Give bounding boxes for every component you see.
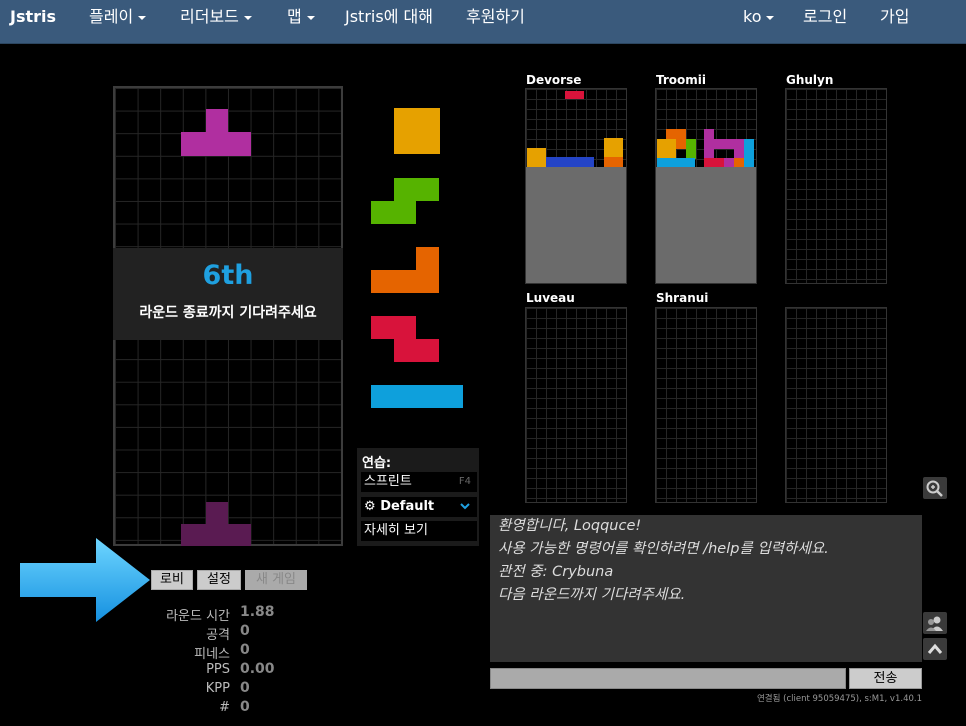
skin-select-value: Default [380, 499, 435, 514]
nav-maps-label: 맵 [287, 7, 302, 26]
settings-button[interactable]: 설정 [197, 570, 241, 590]
mini-block [724, 158, 734, 167]
new-game-button[interactable]: 새 게임 [245, 570, 307, 590]
mini-block [734, 139, 744, 159]
brand-logo[interactable]: Jstris [10, 0, 56, 36]
ghost-piece-block [181, 524, 251, 546]
stat-label: PPS [206, 662, 230, 677]
nav-maps[interactable]: 맵 [287, 0, 315, 36]
zoom-icon[interactable] [923, 477, 947, 499]
mini-block [657, 158, 695, 167]
nav-play-label: 플레이 [89, 7, 134, 26]
chevron-up-icon[interactable] [923, 638, 947, 660]
mini-block [734, 158, 744, 167]
opponent-board [525, 307, 627, 503]
nav-about[interactable]: Jstris에 대해 [345, 0, 433, 36]
stat-label: 공격 [206, 628, 230, 643]
placement-rank: 6th [202, 260, 254, 291]
queue-piece-o [394, 108, 440, 154]
opponent-board [785, 307, 887, 503]
chat-log: 환영합니다, Loqquce! 사용 가능한 명령어를 확인하려면 /help를… [490, 515, 922, 662]
opponent-name: Devorse [526, 73, 582, 87]
mini-block [704, 158, 724, 167]
stat-value: 1.88 [240, 604, 275, 620]
mini-block [657, 139, 676, 158]
stat-label: 라운드 시간 [166, 609, 230, 624]
mini-block [686, 139, 696, 159]
practice-sprint[interactable]: 스프린트 F4 [361, 472, 477, 492]
gear-icon: ⚙ [364, 499, 376, 514]
mini-block [546, 157, 594, 167]
caret-down-icon [138, 15, 147, 20]
mini-block [676, 139, 686, 149]
queue-piece-i [371, 385, 463, 408]
piece-block [181, 132, 251, 156]
mini-block [666, 129, 686, 139]
mini-block [744, 139, 754, 167]
wait-message: 라운드 종료까지 기다려주세요 [139, 305, 317, 321]
lobby-button[interactable]: 로비 [151, 570, 193, 590]
caret-down-icon [306, 15, 315, 20]
opponent-board [655, 88, 757, 284]
opponent-name: Ghulyn [786, 73, 834, 87]
chat-message: 다음 라운드까지 기다려주세요. [498, 587, 686, 603]
stat-label: 피네스 [194, 647, 230, 662]
chat-message: 환영합니다, Loqquce! [498, 518, 642, 534]
queue-piece-z [371, 316, 439, 362]
opponent-name: Luveau [526, 291, 575, 305]
top-navbar: Jstris 플레이 리더보드 맵 Jstris에 대해 후원하기 ko 로그인… [0, 0, 966, 44]
nav-register[interactable]: 가입 [880, 0, 909, 36]
nav-leaderboard[interactable]: 리더보드 [180, 0, 252, 36]
mini-block [604, 138, 623, 157]
mini-block [527, 148, 546, 167]
mini-block [565, 91, 584, 99]
mini-block [704, 129, 714, 159]
connection-status: 연결됨 (client 95059475), s:M1, v1.40.1 [756, 694, 922, 704]
stat-value: 0 [240, 699, 250, 715]
chat-message: 사용 가능한 명령어를 확인하려면 /help를 입력하세요. [498, 541, 829, 557]
garbage-block [656, 167, 756, 283]
stat-label: # [219, 700, 230, 715]
piece-block [206, 109, 228, 133]
chat-input[interactable] [490, 668, 846, 689]
practice-details[interactable]: 자세히 보기 [361, 521, 477, 541]
sprint-shortcut: F4 [458, 476, 471, 487]
practice-panel: 연습: 스프린트 F4 ⚙ Default 자세히 보기 [357, 448, 479, 546]
opponent-board [525, 88, 627, 284]
ghost-piece-block [206, 502, 228, 526]
stat-value: 0 [240, 623, 250, 639]
nav-leaderboard-label: 리더보드 [180, 7, 239, 26]
queue-piece-s [371, 178, 439, 224]
opponent-board [655, 307, 757, 503]
stat-label: KPP [205, 681, 230, 696]
nav-donate[interactable]: 후원하기 [466, 0, 525, 36]
opponent-board [785, 88, 887, 284]
friends-icon[interactable] [923, 612, 947, 634]
chat-message: 관전 중: Crybuna [498, 564, 614, 580]
stat-value: 0 [240, 680, 250, 696]
mini-block [604, 157, 623, 167]
garbage-block [526, 167, 626, 283]
caret-down-icon [766, 15, 775, 20]
stat-value: 0 [240, 642, 250, 658]
queue-piece-l [371, 247, 439, 293]
mini-block [714, 139, 734, 149]
nav-login[interactable]: 로그인 [803, 0, 847, 36]
send-button[interactable]: 전송 [849, 668, 922, 689]
nav-play[interactable]: 플레이 [89, 0, 147, 36]
nav-language[interactable]: ko [743, 0, 775, 36]
practice-title: 연습: [362, 456, 392, 471]
stat-value: 0.00 [240, 661, 275, 677]
practice-sprint-label: 스프린트 [364, 474, 412, 489]
opponent-name: Troomii [656, 73, 707, 87]
caret-down-icon [243, 15, 252, 20]
round-result-overlay: 6th 라운드 종료까지 기다려주세요 [113, 248, 343, 340]
nav-language-label: ko [743, 7, 762, 26]
chevron-down-icon [460, 503, 470, 510]
opponent-name: Shranui [656, 291, 709, 305]
skin-select[interactable]: ⚙ Default [361, 497, 477, 517]
